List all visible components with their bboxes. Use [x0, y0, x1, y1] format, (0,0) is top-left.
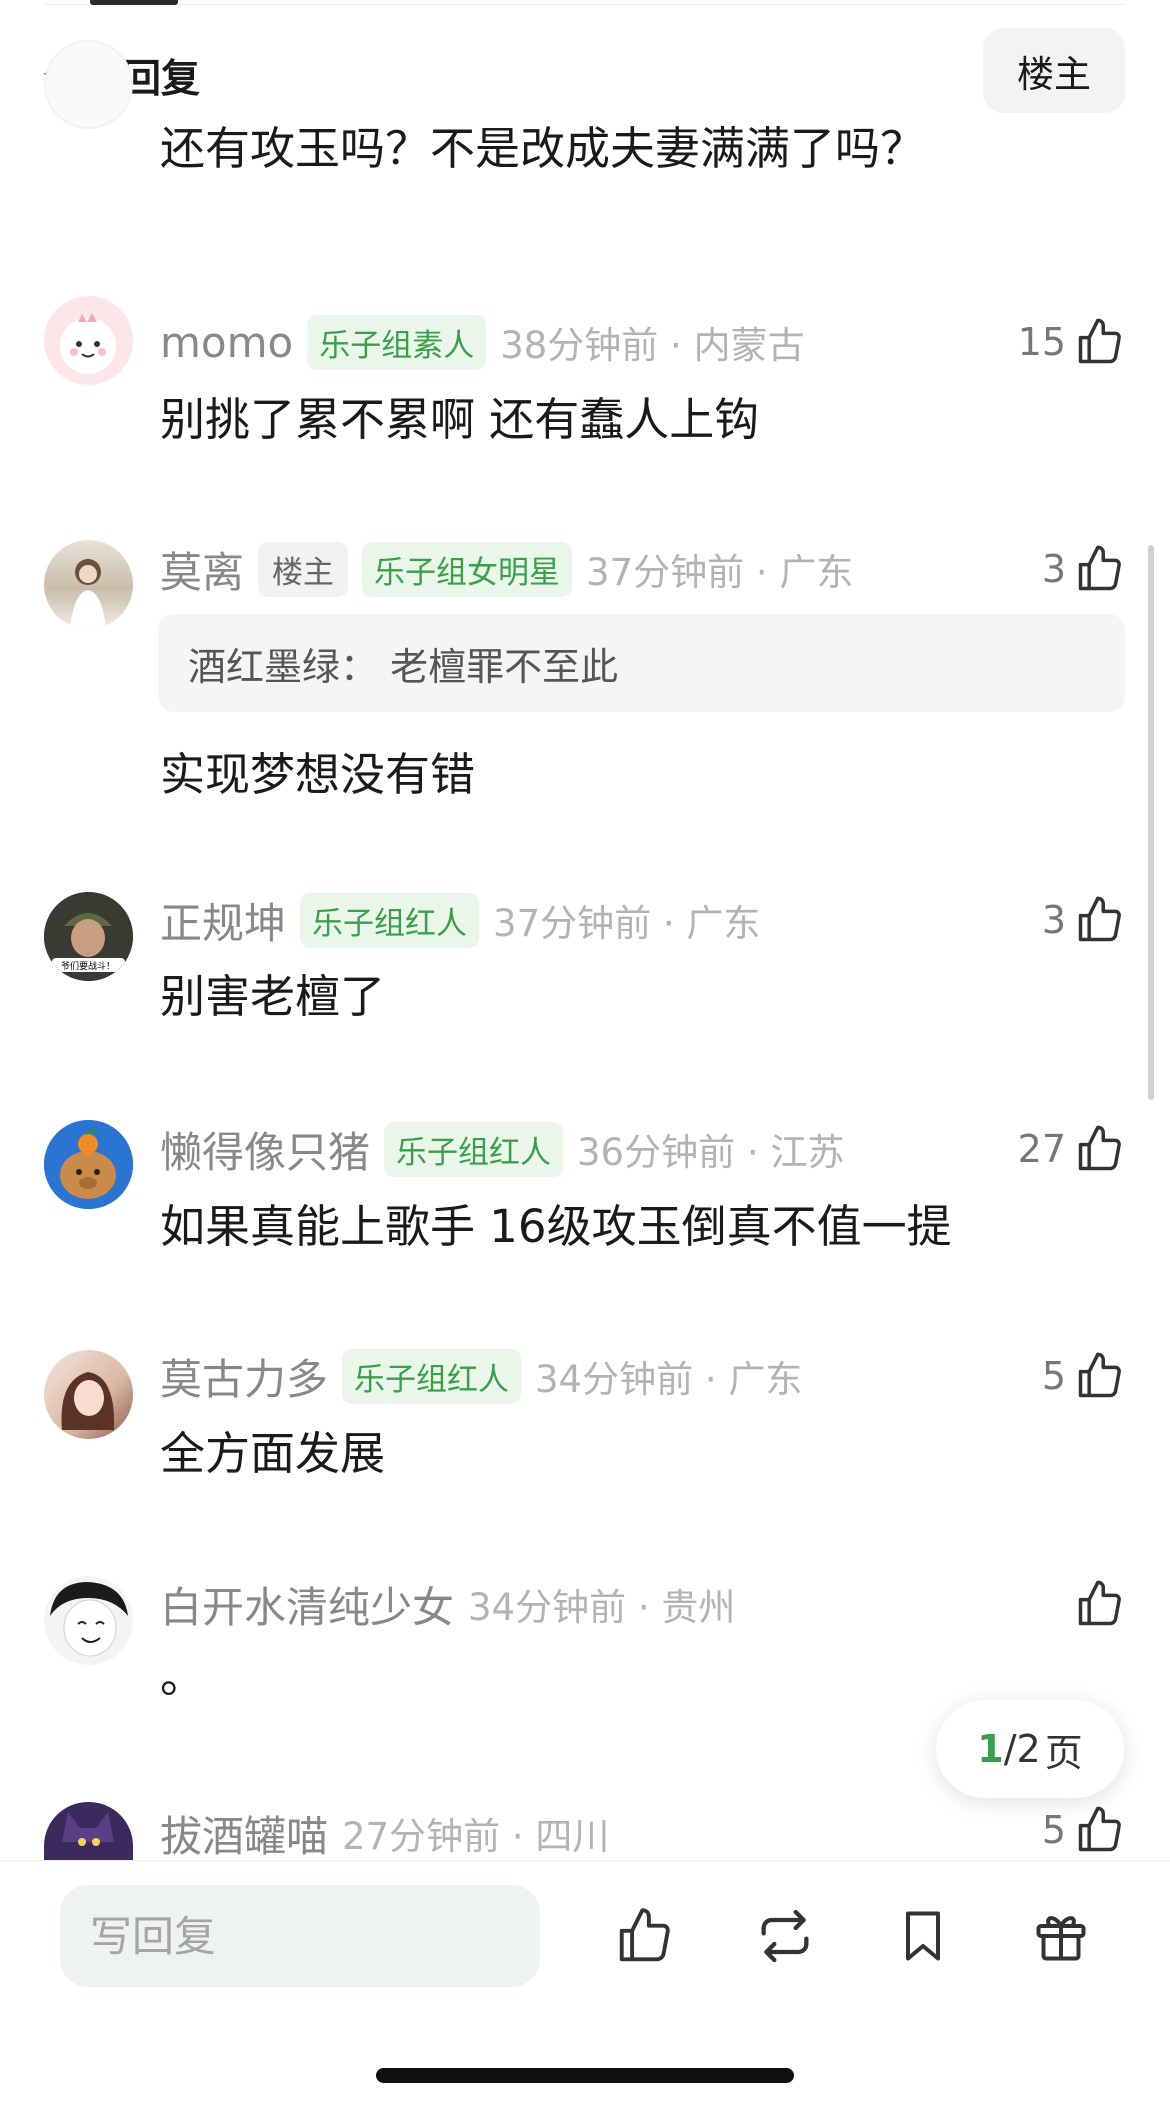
page-indicator[interactable]: 1 /2 页 [936, 1700, 1124, 1798]
cat-avatar-icon [62, 1812, 114, 1846]
username[interactable]: 拔酒罐喵 [160, 1803, 328, 1864]
group-badge: 乐子组红人 [384, 1121, 564, 1177]
avatar[interactable] [44, 40, 133, 129]
page-unit: 页 [1044, 1730, 1083, 1775]
person-cap-avatar-icon: 爷们要战斗！ [44, 892, 133, 981]
comment-header: 莫古力多 乐子组红人 34分钟前 · 广东 [160, 1348, 803, 1404]
group-badge: 乐子组素人 [307, 314, 487, 370]
top-divider [44, 4, 1126, 5]
thumbs-up-icon [1078, 545, 1121, 591]
username[interactable]: 懒得像只猪 [160, 1119, 370, 1180]
op-only-filter-button[interactable]: 楼主 [983, 28, 1125, 113]
avatar[interactable] [44, 296, 133, 385]
like-count: 5 [1041, 1808, 1066, 1852]
like-count: 27 [1017, 1127, 1066, 1171]
username[interactable]: 莫古力多 [160, 1346, 328, 1407]
repost-icon [761, 1909, 809, 1963]
comment-header: 懒得像只猪 乐子组红人 36分钟前 · 江苏 [160, 1121, 845, 1177]
avatar[interactable]: 爷们要战斗！ [44, 892, 133, 981]
home-indicator[interactable] [376, 2068, 794, 2083]
group-badge: 乐子组红人 [300, 892, 480, 948]
time-location: 38分钟前 · 内蒙古 [500, 324, 805, 367]
avatar[interactable] [44, 540, 133, 629]
like-button[interactable]: 15 [1018, 312, 1126, 372]
comment-header: 莫离 楼主 乐子组女明星 37分钟前 · 广东 [160, 541, 854, 597]
time-location: 36分钟前 · 江苏 [577, 1131, 845, 1174]
comment-header: 白开水清纯少女 34分钟前 · 贵州 [160, 1577, 736, 1632]
thumbs-up-icon [1078, 1806, 1121, 1852]
gift-button[interactable] [1026, 1901, 1096, 1971]
username[interactable]: 白开水清纯少女 [160, 1574, 454, 1635]
like-count: 5 [1041, 1354, 1066, 1398]
thumbs-up-icon [1078, 1580, 1121, 1626]
person-avatar-icon [61, 1372, 115, 1430]
comment-header: momo 乐子组素人 38分钟前 · 内蒙古 [160, 314, 805, 370]
bookmark-button[interactable] [888, 1901, 958, 1971]
active-tab-indicator [90, 0, 178, 5]
avatar[interactable] [44, 1350, 133, 1439]
thumbs-up-icon [1078, 1125, 1121, 1171]
scrollbar[interactable] [1148, 545, 1154, 1100]
like-button[interactable]: 5 [1042, 1346, 1126, 1406]
comment-text: 别害老檀了 [160, 970, 386, 1023]
comment-text: 别挑了累不累啊 还有蠢人上钩 [160, 393, 760, 446]
comment-header: 正规坤 乐子组红人 37分钟前 · 广东 [160, 892, 761, 948]
time-location: 34分钟前 · 贵州 [468, 1586, 736, 1629]
like-count: 3 [1041, 547, 1066, 591]
quoted-reply[interactable]: 酒红墨绿： 老檀罪不至此 [158, 614, 1125, 712]
time-location: 37分钟前 · 广东 [586, 551, 854, 594]
total-pages: /2 [1003, 1727, 1041, 1771]
time-location: 27分钟前 · 四川 [342, 1815, 610, 1858]
comment-text: 。 [160, 1650, 206, 1703]
gift-icon [1036, 1916, 1086, 1961]
pink-dino-avatar-icon [60, 313, 116, 374]
current-page: 1 [977, 1727, 1004, 1771]
bottom-action-bar [0, 1860, 1170, 2111]
avatar[interactable] [44, 1802, 133, 1860]
avatar-caption: 爷们要战斗！ [61, 960, 115, 972]
like-post-button[interactable] [610, 1901, 680, 1971]
like-button[interactable]: 5 [1042, 1800, 1126, 1860]
group-badge: 乐子组红人 [342, 1348, 522, 1404]
like-button[interactable]: 27 [1018, 1119, 1126, 1179]
group-badge: 乐子组女明星 [362, 541, 573, 597]
username[interactable]: momo [160, 318, 293, 367]
person-avatar-icon [70, 559, 106, 629]
thumbs-up-icon [619, 1908, 670, 1962]
meme-face-avatar-icon [50, 1582, 128, 1657]
repost-button[interactable] [750, 1901, 820, 1971]
bookmark-icon [906, 1911, 940, 1961]
comment-text: 还有攻玉吗？不是改成夫妻满满了吗？ [160, 122, 926, 175]
time-location: 34分钟前 · 广东 [535, 1358, 803, 1401]
like-button[interactable]: 3 [1042, 539, 1126, 599]
like-button[interactable]: 3 [1042, 890, 1126, 950]
time-location: 37分钟前 · 广东 [493, 902, 761, 945]
reply-input[interactable] [60, 1885, 540, 1987]
thumbs-up-icon [1078, 896, 1121, 942]
capybara-avatar-icon [44, 1120, 133, 1209]
like-count: 3 [1041, 898, 1066, 942]
like-count: 15 [1017, 320, 1066, 364]
like-button[interactable] [1074, 1574, 1126, 1634]
comment-text: 全方面发展 [160, 1427, 386, 1480]
thumbs-up-icon [1078, 318, 1121, 364]
comment-text: 实现梦想没有错 [160, 748, 476, 801]
thumbs-up-icon [1078, 1352, 1121, 1398]
op-badge: 楼主 [258, 541, 349, 597]
avatar[interactable] [44, 1120, 133, 1209]
comment-text: 如果真能上歌手 16级攻玉倒真不值一提 [160, 1200, 952, 1253]
username[interactable]: 莫离 [160, 539, 244, 600]
username[interactable]: 正规坤 [160, 890, 286, 951]
avatar[interactable] [44, 1576, 133, 1665]
comment-header: 拔酒罐喵 27分钟前 · 四川 [160, 1806, 610, 1861]
